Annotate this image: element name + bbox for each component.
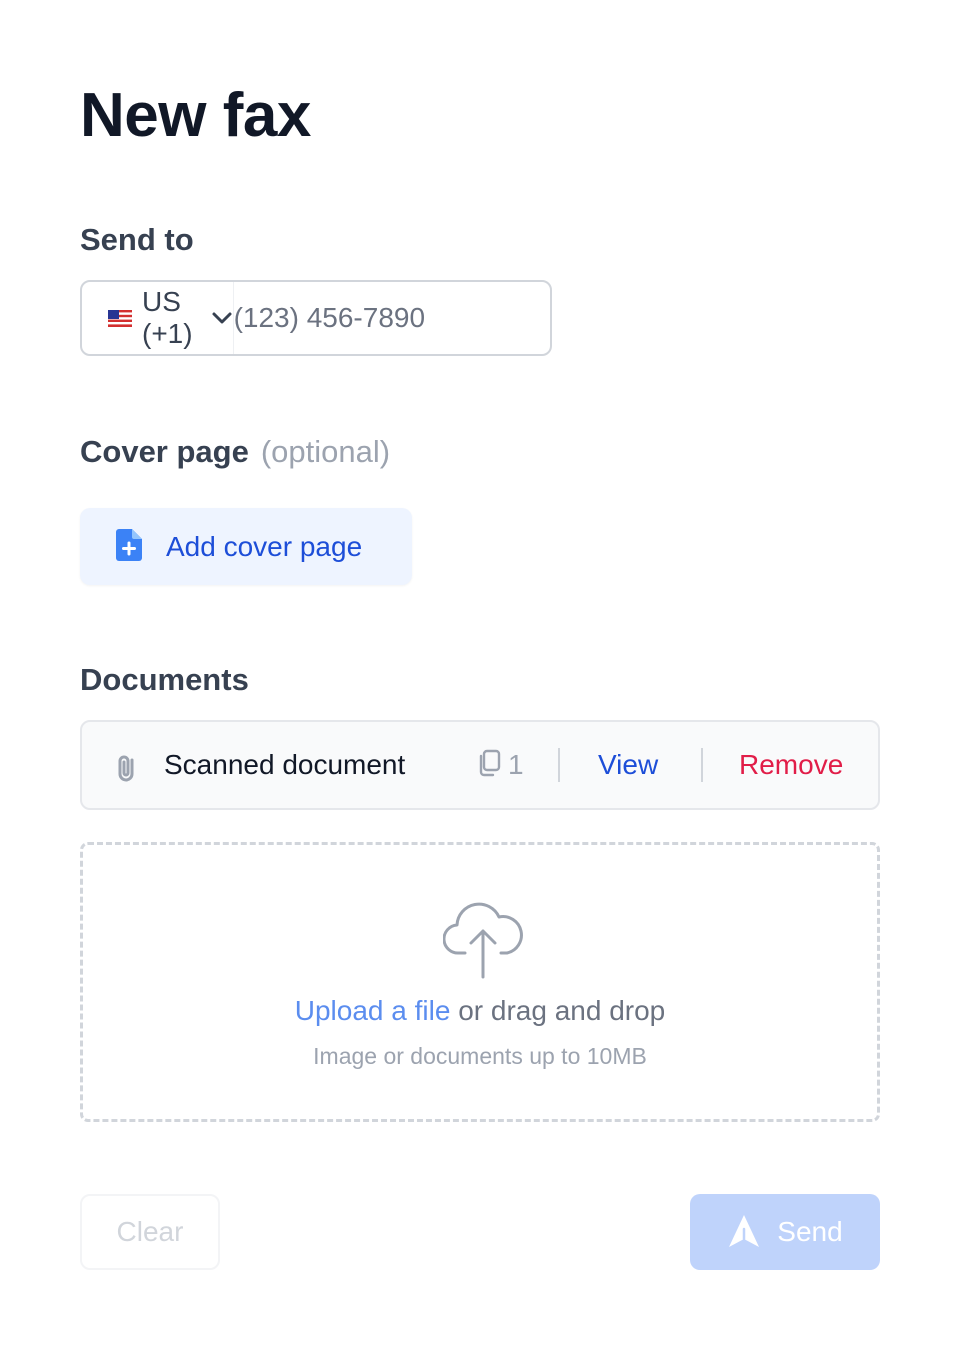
add-cover-page-button[interactable]: Add cover page: [80, 508, 412, 585]
country-code-select[interactable]: US (+1): [82, 282, 234, 354]
view-document-link[interactable]: View: [598, 749, 658, 781]
cover-page-heading: Cover page (optional): [80, 434, 390, 470]
document-item: Scanned document 1 View Remove: [80, 720, 880, 810]
add-cover-page-label: Add cover page: [166, 530, 363, 562]
send-to-label: Send to: [80, 222, 194, 257]
upload-hint: Image or documents up to 10MB: [313, 1043, 647, 1069]
page-count-group: 1: [476, 749, 524, 782]
new-fax-page: New fax Send to US (+1) (123) 456-7890 C…: [0, 0, 960, 1350]
drag-drop-text: or drag and drop: [450, 995, 666, 1026]
us-flag-icon: [108, 309, 132, 327]
upload-instructions: Upload a file or drag and drop: [83, 995, 877, 1027]
send-arrow-icon: [727, 1213, 761, 1252]
document-name: Scanned document: [164, 749, 406, 780]
divider: [558, 748, 560, 782]
cover-page-label: Cover page: [80, 434, 249, 469]
remove-document-link[interactable]: Remove: [739, 749, 843, 781]
page-count: 1: [508, 749, 524, 780]
send-button[interactable]: Send: [690, 1194, 880, 1270]
pages-copy-icon: [476, 749, 502, 782]
country-code-label: US (+1): [142, 286, 193, 349]
send-label: Send: [777, 1216, 843, 1247]
optional-tag: (optional): [260, 434, 391, 469]
paperclip-icon: [112, 752, 142, 789]
file-dropzone[interactable]: Upload a file or drag and drop Image or …: [80, 842, 880, 1122]
upload-file-link[interactable]: Upload a file: [295, 995, 451, 1026]
document-plus-icon: [116, 529, 142, 564]
documents-label: Documents: [80, 662, 249, 697]
phone-number-input[interactable]: [233, 282, 595, 354]
cloud-upload-icon: [442, 891, 523, 984]
clear-button[interactable]: Clear: [80, 1194, 220, 1270]
chevron-down-icon: [211, 311, 233, 325]
phone-number-field: US (+1): [80, 280, 595, 356]
page-title: New fax: [80, 81, 311, 150]
divider: [701, 748, 703, 782]
